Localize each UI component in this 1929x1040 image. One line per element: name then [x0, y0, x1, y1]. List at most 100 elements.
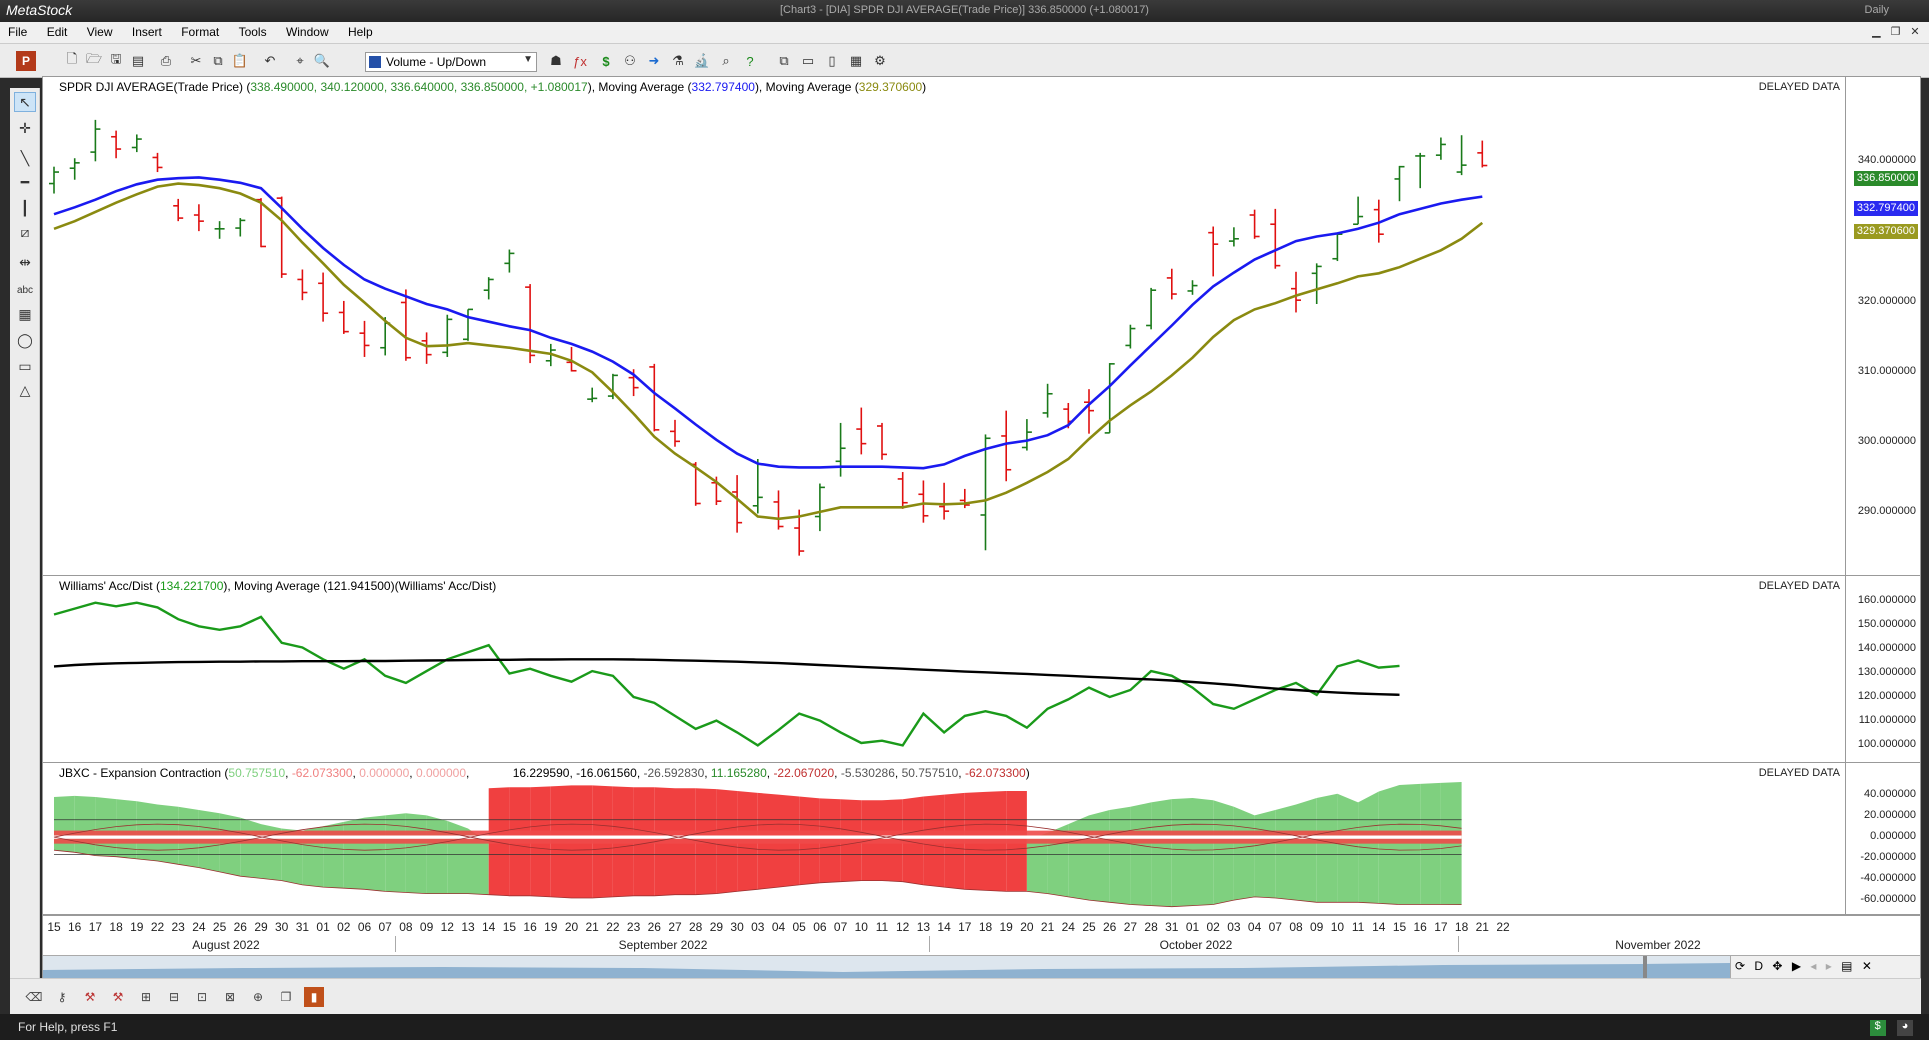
open-folder-icon[interactable]: 🗁	[84, 51, 104, 71]
window-icon[interactable]: ❐	[276, 987, 296, 1007]
price-chart-plot[interactable]	[43, 77, 1845, 576]
contraction-area	[882, 837, 903, 882]
menu-file[interactable]: File	[0, 22, 35, 42]
new-file-icon[interactable]: 🗋	[62, 51, 82, 71]
microscope-icon[interactable]: 🔬	[692, 51, 712, 71]
zoom-in-icon[interactable]: ⊞	[136, 987, 156, 1007]
split-arrows-icon[interactable]: ⇹	[14, 252, 36, 272]
x-day-label: 14	[1372, 920, 1386, 934]
power-console-button[interactable]: P	[16, 51, 36, 71]
fit-icon[interactable]: ⊡	[192, 987, 212, 1007]
expansion-area	[447, 837, 468, 894]
expansion-area	[1089, 837, 1110, 903]
trendline-icon[interactable]: ╲	[14, 148, 36, 168]
pan-icon[interactable]: ✥	[1772, 959, 1782, 973]
undo-icon[interactable]: ↶	[260, 51, 280, 71]
settings-gear-icon[interactable]: ⚙	[870, 51, 890, 71]
horizontal-line-icon[interactable]: ━	[14, 172, 36, 192]
eraser-icon[interactable]: ⌫	[24, 987, 44, 1007]
mdi-minimize-icon[interactable]: ▁	[1868, 25, 1884, 41]
contraction-area	[488, 787, 510, 838]
scroll-left-icon[interactable]: ◂	[1810, 959, 1816, 973]
ruler-icon[interactable]: ⊠	[220, 987, 240, 1007]
text-tool-icon[interactable]: abc	[14, 280, 36, 300]
hammer-icon[interactable]: ⚒	[80, 987, 100, 1007]
forward-arrow-icon[interactable]: ➜	[644, 51, 664, 71]
y-tick-label: 320.000000	[1857, 295, 1916, 307]
menu-format[interactable]: Format	[173, 22, 227, 42]
grid-tool-icon[interactable]: ▦	[14, 304, 36, 324]
cascade-windows-icon[interactable]: ⧉	[774, 51, 794, 71]
x-day-label: 09	[1310, 920, 1324, 934]
jbxc-pane[interactable]: JBXC - Expansion Contraction (50.757510,…	[43, 763, 1920, 915]
vertical-line-icon[interactable]: ┃	[14, 198, 36, 218]
date-axis[interactable]: 15 16 17 18 19 22 23 24 25 26 29 30 31 01 02 06 07 08 09 12…	[43, 915, 1920, 955]
menu-tools[interactable]: Tools	[231, 22, 275, 42]
price-pane[interactable]: SPDR DJI AVERAGE(Trade Price) (338.49000…	[43, 77, 1920, 576]
mdi-restore-icon[interactable]: ❐	[1888, 25, 1904, 41]
jbxc-chart-plot[interactable]	[43, 763, 1845, 915]
contraction-area	[633, 837, 655, 896]
crosshair-icon[interactable]: ⌖	[290, 51, 310, 71]
cut-icon[interactable]: ✂	[186, 51, 206, 71]
y-tick-label: 310.000000	[1857, 365, 1916, 377]
explorer-icon[interactable]: ⚇	[620, 51, 640, 71]
x-day-label: 01	[316, 920, 330, 934]
contraction-area	[675, 837, 696, 895]
chart-view-icon[interactable]: ⊕	[248, 987, 268, 1007]
scrollbar-grid-icon[interactable]: ▤	[1841, 959, 1852, 973]
indicator-builder-icon[interactable]: ƒx	[570, 51, 590, 71]
ellipse-tool-icon[interactable]: ◯	[14, 330, 36, 350]
x-day-label: 15	[47, 920, 61, 934]
refresh-icon[interactable]: ⟳	[1735, 959, 1745, 973]
crosshair-tool-icon[interactable]: ✛	[14, 118, 36, 138]
speed-resistance-icon[interactable]: ⧄	[14, 222, 36, 242]
jbxc-y-scale[interactable]: 40.000000 20.000000 0.000000 -20.000000 …	[1845, 763, 1920, 914]
chart-style-select[interactable]: Volume - Up/Down ▼	[365, 52, 537, 72]
print-icon[interactable]: ⎙	[156, 51, 176, 71]
zoom-page-icon[interactable]: ⌕	[716, 51, 736, 71]
dollar-status-icon[interactable]: $	[1869, 1020, 1886, 1036]
menu-insert[interactable]: Insert	[124, 22, 170, 42]
expert-advisor-icon[interactable]: ☗	[546, 51, 566, 71]
x-day-label: 27	[1123, 920, 1138, 934]
x-day-label: 07	[378, 920, 392, 934]
triangle-tool-icon[interactable]: △	[14, 380, 36, 400]
palette-icon[interactable]: ◕	[1897, 1020, 1913, 1036]
paste-icon[interactable]: 📋	[230, 51, 250, 71]
periodicity-button[interactable]: D	[1754, 959, 1763, 973]
zoom-icon[interactable]: 🔍	[312, 51, 332, 71]
menu-view[interactable]: View	[79, 22, 121, 42]
x-day-label: 26	[1103, 920, 1117, 934]
save-icon[interactable]: 🖫	[106, 51, 126, 71]
save-as-icon[interactable]: ▤	[128, 51, 148, 71]
key-icon[interactable]: ⚷	[52, 987, 72, 1007]
tile-grid-icon[interactable]: ▦	[846, 51, 866, 71]
help-query-icon[interactable]: ?	[740, 51, 760, 71]
zoom-out-icon[interactable]: ⊟	[164, 987, 184, 1007]
tile-vertical-icon[interactable]: ▯	[822, 51, 842, 71]
menu-help[interactable]: Help	[340, 22, 381, 42]
wrench-icon[interactable]: ⚒	[108, 987, 128, 1007]
overview-scroller[interactable]: ⟳ D ✥ ▶ ◂ ▸ ▤ ✕	[43, 955, 1920, 978]
copy-icon[interactable]: ⧉	[208, 51, 228, 71]
menu-window[interactable]: Window	[278, 22, 337, 42]
scroll-end-icon[interactable]: ▶	[1792, 959, 1801, 973]
overview-controls: ⟳ D ✥ ▶ ◂ ▸ ▤ ✕	[1730, 956, 1920, 978]
pointer-icon[interactable]: ↖	[14, 92, 36, 112]
bar-chart-icon[interactable]: ▮	[304, 987, 324, 1007]
scroll-right-icon[interactable]: ▸	[1826, 959, 1832, 973]
price-y-scale[interactable]: 340.000000 320.000000 310.000000 300.000…	[1845, 77, 1920, 575]
wad-chart-plot[interactable]	[43, 576, 1845, 763]
williams-ad-pane[interactable]: Williams' Acc/Dist (134.221700), Moving …	[43, 576, 1920, 763]
wad-y-scale[interactable]: 160.000000 150.000000 140.000000 130.000…	[1845, 576, 1920, 762]
rectangle-tool-icon[interactable]: ▭	[14, 356, 36, 376]
menu-edit[interactable]: Edit	[39, 22, 76, 42]
contraction-area	[737, 790, 758, 838]
mdi-close-icon[interactable]: ✕	[1907, 25, 1923, 41]
tile-horizontal-icon[interactable]: ▭	[798, 51, 818, 71]
dollar-icon[interactable]: $	[596, 51, 616, 71]
system-tester-icon[interactable]: ⚗	[668, 51, 688, 71]
x-day-label: 08	[399, 920, 413, 934]
close-overview-icon[interactable]: ✕	[1862, 959, 1872, 973]
